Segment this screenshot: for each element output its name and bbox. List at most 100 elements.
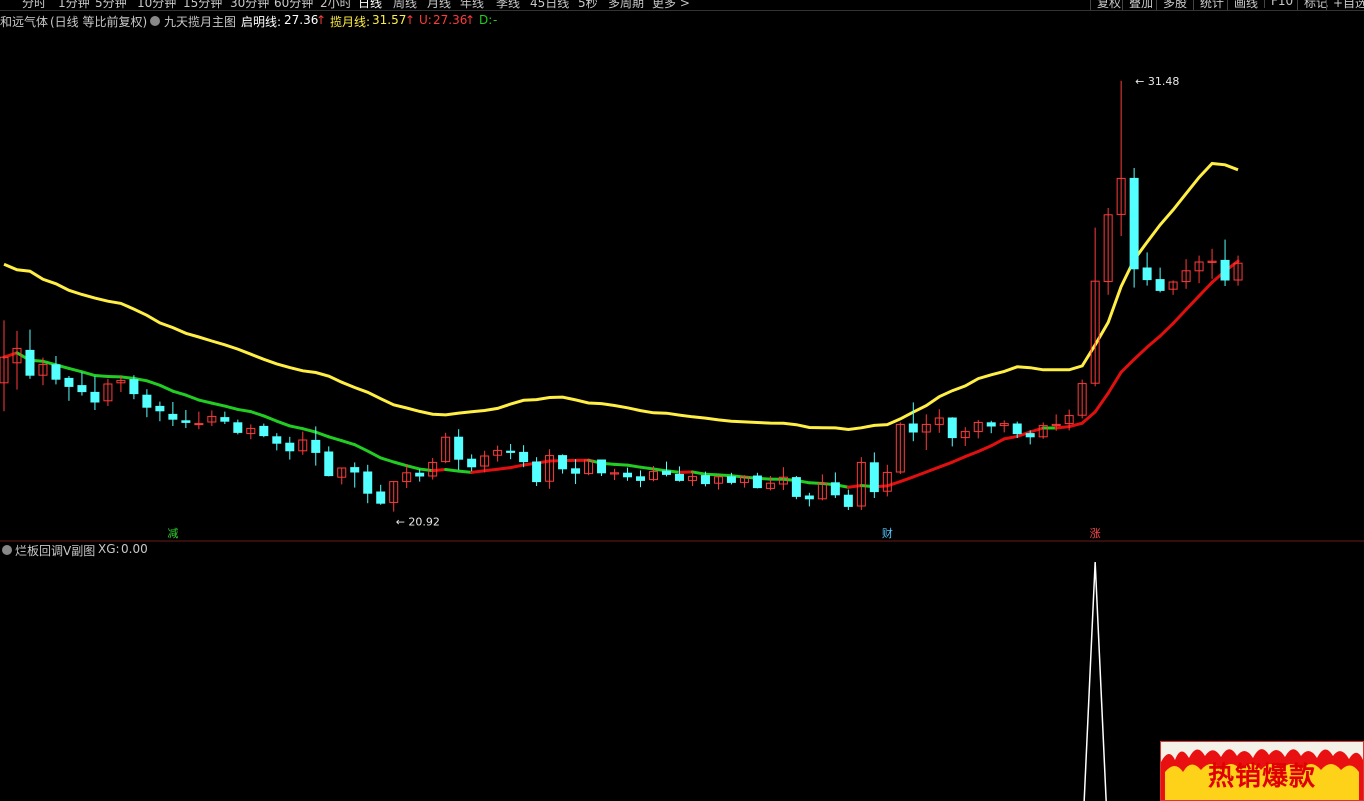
candle-body[interactable] — [129, 379, 139, 395]
candle-body[interactable] — [25, 349, 35, 376]
candle-body[interactable] — [77, 385, 87, 393]
candle-body[interactable] — [869, 462, 879, 493]
candle-body[interactable] — [259, 425, 269, 437]
qiming-line-segment — [431, 468, 448, 473]
candle-body[interactable] — [532, 461, 542, 483]
qiming-line-segment — [314, 430, 331, 439]
candle-body[interactable] — [311, 439, 321, 453]
badge-text: 热销爆款 — [1207, 762, 1316, 792]
qiming-line-segment — [639, 465, 655, 471]
candle-body[interactable] — [220, 417, 230, 422]
qiming-line-segment — [937, 460, 954, 469]
candle-body[interactable] — [90, 391, 100, 403]
candle-body[interactable] — [804, 495, 814, 500]
candle-body[interactable] — [324, 451, 334, 477]
candle-body[interactable] — [947, 417, 957, 439]
candle-body[interactable] — [233, 422, 243, 433]
candle-body[interactable] — [519, 451, 529, 463]
qiming-line-segment — [1028, 426, 1045, 434]
qiming-line-segment — [470, 469, 487, 474]
qiming-line-segment — [171, 389, 188, 397]
candle-body[interactable] — [285, 442, 295, 452]
qiming-line-segment — [716, 473, 733, 478]
qiming-line-segment — [275, 419, 292, 428]
qiming-line-segment — [1093, 391, 1110, 414]
lanyue-line — [3, 161, 1239, 432]
qiming-line-segment — [1106, 370, 1123, 395]
qiming-line-segment — [405, 464, 422, 471]
candle-body[interactable] — [1012, 423, 1022, 435]
qiming-line-segment — [1184, 294, 1201, 312]
candle-body[interactable] — [454, 436, 464, 460]
qiming-line-segment — [379, 456, 396, 464]
candle-body[interactable] — [726, 476, 736, 483]
candle-body[interactable] — [623, 472, 633, 478]
candle-body[interactable] — [363, 471, 373, 494]
qiming-line-segment — [392, 460, 409, 468]
candle-body[interactable] — [1142, 267, 1152, 281]
qiming-line-segment — [80, 370, 97, 378]
qiming-line-segment — [145, 379, 162, 387]
candle-body[interactable] — [506, 450, 516, 453]
candle-body[interactable] — [1155, 279, 1165, 291]
kline-chart[interactable]: ← 31.48 ← 20.92 减 财 涨 — [0, 0, 1364, 801]
candle-body[interactable] — [752, 475, 762, 489]
candle-body[interactable] — [791, 477, 801, 497]
candle-body[interactable] — [272, 436, 282, 444]
qiming-line-segment — [496, 466, 513, 471]
candle-body[interactable] — [467, 458, 477, 468]
candle-body[interactable] — [194, 423, 204, 426]
qiming-line-segment — [1132, 345, 1149, 361]
qiming-line-segment — [223, 404, 240, 411]
candle-body[interactable] — [830, 482, 840, 496]
qiming-line-segment — [366, 449, 383, 460]
low-price-label: ← 20.92 — [396, 516, 440, 529]
candle-body[interactable] — [142, 394, 152, 408]
candle-body[interactable] — [64, 377, 74, 387]
candle-body[interactable] — [674, 473, 684, 481]
candle-body[interactable] — [571, 468, 581, 474]
candle-body[interactable] — [168, 413, 178, 420]
qiming-line-segment — [703, 472, 720, 477]
qiming-line-segment — [690, 470, 707, 476]
qiming-line-segment — [93, 374, 110, 378]
candle-body[interactable] — [181, 420, 191, 423]
candle-body[interactable] — [908, 423, 918, 433]
candle-body[interactable] — [155, 405, 165, 412]
candle-body[interactable] — [636, 476, 646, 481]
candle-body[interactable] — [597, 459, 607, 474]
candle-body[interactable] — [415, 472, 425, 477]
qiming-line-segment — [652, 467, 668, 473]
qiming-line-segment — [846, 483, 863, 489]
qiming-line-segment — [989, 437, 1006, 448]
candle-body[interactable] — [558, 455, 568, 470]
qiming-line-segment — [327, 435, 344, 443]
qiming-line-segment — [1171, 308, 1188, 325]
candle-body[interactable] — [51, 364, 61, 380]
candle-body[interactable] — [661, 470, 671, 475]
qiming-line-segment — [1054, 425, 1071, 430]
qiming-line-segment — [613, 462, 630, 467]
qiming-line-segment — [418, 467, 435, 473]
candle-body[interactable] — [843, 494, 853, 507]
candle-body[interactable] — [700, 475, 710, 485]
candle-body[interactable] — [1129, 177, 1139, 270]
qiming-line-segment — [976, 444, 993, 453]
qiming-line-segment — [457, 469, 474, 474]
qiming-line-segment — [119, 375, 136, 380]
candle-body[interactable] — [350, 467, 360, 473]
qiming-line-segment — [483, 467, 500, 473]
signal-marker: 减 — [167, 527, 178, 540]
candle-body[interactable] — [986, 422, 996, 427]
qiming-line-segment — [1197, 280, 1214, 298]
qiming-line-segment — [911, 470, 928, 479]
qiming-line-segment — [626, 463, 643, 469]
candle-body[interactable] — [1220, 259, 1230, 281]
candle-body[interactable] — [1025, 433, 1035, 438]
qiming-line-segment — [158, 383, 175, 393]
qiming-line-segment — [924, 465, 941, 474]
high-price-label: ← 31.48 — [1135, 75, 1179, 88]
qiming-line-segment — [1158, 321, 1175, 338]
qiming-line-segment — [340, 439, 357, 447]
candle-body[interactable] — [376, 491, 386, 504]
